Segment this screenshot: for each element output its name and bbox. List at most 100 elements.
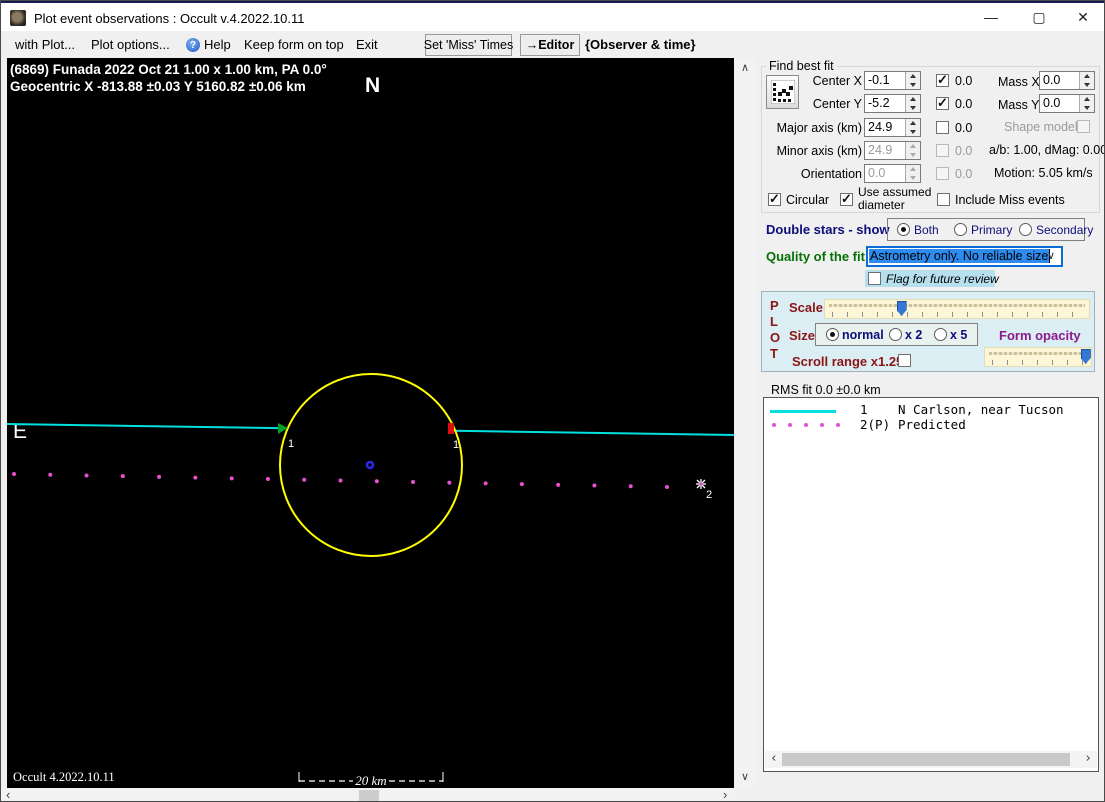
observation-num[interactable]: 1 <box>860 402 868 417</box>
scroll-down-icon[interactable]: ∨ <box>741 772 749 783</box>
mass-y-spin-buttons[interactable] <box>1079 95 1094 112</box>
circular-checkbox[interactable] <box>768 191 781 207</box>
double-stars-option-1[interactable]: Primary <box>971 223 1012 237</box>
scroll-right-icon[interactable]: › <box>723 788 727 801</box>
scrollbar-thumb[interactable] <box>782 753 1070 766</box>
size-option-1[interactable]: x 2 <box>905 328 922 342</box>
size-label: Size <box>789 328 816 343</box>
center-x-spinner[interactable]: -0.1 <box>864 71 921 90</box>
observation-num[interactable]: 2(P) <box>860 417 890 432</box>
close-button[interactable]: ✕ <box>1061 3 1104 31</box>
center-x-spin-buttons[interactable] <box>905 72 920 89</box>
scroll-right-icon[interactable]: › <box>1084 752 1092 765</box>
mass-x-value[interactable]: 0.0 <box>1040 72 1079 89</box>
center-x-value[interactable]: -0.1 <box>865 72 905 89</box>
help-icon[interactable]: ? <box>186 38 200 52</box>
double-stars-label: Double stars - show <box>766 222 890 237</box>
minor-axis-value: 24.9 <box>868 143 893 157</box>
quality-label: Quality of the fit <box>766 249 865 264</box>
double-stars-option-0[interactable]: Both <box>914 223 939 237</box>
double-stars-option-2[interactable]: Secondary <box>1036 223 1093 237</box>
scroll-range-checkbox[interactable] <box>898 354 911 367</box>
major-axis-spinner[interactable]: 24.9 <box>864 118 921 137</box>
center-y-label: Center Y <box>812 97 862 111</box>
double-stars-radio-2[interactable] <box>1019 223 1032 236</box>
fit-check-3[interactable] <box>936 144 949 157</box>
mass-y-spinner[interactable]: 0.0 <box>1039 94 1095 113</box>
occultation-plot: 1 1 2 20 km <box>7 373 734 788</box>
spin-up-icon <box>910 167 916 172</box>
app-window: Plot event observations : Occult v.4.202… <box>0 0 1105 802</box>
window-title: Plot event observations : Occult v.4.202… <box>34 11 305 26</box>
orientation-sigma: 0.0 <box>955 167 973 181</box>
menu-help[interactable]: Help <box>204 37 231 52</box>
menu-keep-on-top[interactable]: Keep form on top <box>244 37 344 52</box>
minor-axis-label: Minor axis (km) <box>776 144 862 158</box>
plot-vertical-scrollbar[interactable]: ∧ ∨ <box>735 58 756 788</box>
fit-check-4[interactable] <box>936 167 949 180</box>
double-stars-radio-1[interactable] <box>954 223 967 236</box>
minor-axis-spinner[interactable]: 24.9 <box>864 141 921 160</box>
quality-selected-value: Astrometry only. No reliable size <box>869 249 1051 263</box>
scroll-left-icon[interactable]: ‹ <box>770 752 778 765</box>
observation-name[interactable]: Predicted <box>898 417 966 432</box>
double-stars-radio-0[interactable] <box>897 223 910 236</box>
fit-check-1[interactable] <box>936 95 949 111</box>
form-opacity-slider[interactable] <box>984 347 1092 367</box>
orientation-spinner[interactable]: 0.0 <box>864 164 921 183</box>
observer-time-button[interactable]: {Observer & time} <box>585 37 696 52</box>
scroll-up-icon[interactable]: ∧ <box>741 63 749 74</box>
mass-x-spin-buttons[interactable] <box>1079 72 1094 89</box>
svg-text:1: 1 <box>288 438 294 450</box>
set-miss-times-button[interactable]: Set 'Miss' Times <box>424 34 513 56</box>
fit-check-0[interactable] <box>936 72 949 88</box>
chevron-down-icon[interactable]: ∨ <box>1047 249 1055 262</box>
control-panel: Find best fit Center X -0.1 0.0 Mass X 0… <box>758 58 1105 801</box>
quality-combobox[interactable]: Astrometry only. No reliable size ∨ <box>866 246 1063 267</box>
size-radio-0[interactable] <box>826 328 839 341</box>
editor-button[interactable]: →Editor <box>520 34 580 56</box>
credit-label: Occult 4.2022.10.11 <box>13 770 115 784</box>
scale-slider[interactable] <box>824 299 1090 319</box>
spin-up-icon <box>1084 97 1090 102</box>
fit-check-2[interactable] <box>936 121 949 134</box>
size-option-2[interactable]: x 5 <box>950 328 967 342</box>
include-miss-checkbox[interactable] <box>937 193 950 206</box>
flag-review-checkbox[interactable] <box>868 272 881 285</box>
major-axis-label: Major axis (km) <box>776 121 862 135</box>
size-option-0[interactable]: normal <box>842 328 884 342</box>
major-axis-spin-buttons[interactable] <box>905 119 920 136</box>
use-assumed-checkbox[interactable] <box>840 191 853 207</box>
observation-list[interactable]: 1 N Carlson, near Tucson 2(P) Predicted … <box>763 397 1099 772</box>
center-y-value[interactable]: -5.2 <box>865 95 905 112</box>
mass-x-label: Mass X <box>998 75 1040 89</box>
mass-x-spinner[interactable]: 0.0 <box>1039 71 1095 90</box>
observation-name[interactable]: N Carlson, near Tucson <box>898 402 1064 417</box>
center-y-spinner[interactable]: -5.2 <box>864 94 921 113</box>
ab-dmag-label: a/b: 1.00, dMag: 0.00 <box>989 143 1105 157</box>
plot-canvas[interactable]: (6869) Funada 2022 Oct 21 1.00 x 1.00 km… <box>7 58 734 788</box>
center-y-sigma: 0.0 <box>955 97 973 111</box>
scale-label: Scale <box>789 300 823 315</box>
menu-exit[interactable]: Exit <box>356 37 378 52</box>
size-radio-1[interactable] <box>889 328 902 341</box>
plot-horizontal-scrollbar[interactable]: ‹ › <box>1 788 735 801</box>
scroll-left-icon[interactable]: ‹ <box>6 788 10 801</box>
menu-with-plot[interactable]: with Plot... <box>15 37 75 52</box>
spin-up-icon <box>910 144 916 149</box>
minimize-button[interactable]: — <box>969 3 1013 31</box>
maximize-button[interactable]: ▢ <box>1017 3 1061 31</box>
major-axis-value[interactable]: 24.9 <box>865 119 905 136</box>
size-radio-2[interactable] <box>934 328 947 341</box>
slider-ticks <box>832 312 1082 317</box>
menu-plot-options[interactable]: Plot options... <box>91 37 170 52</box>
slider-groove <box>829 304 1085 307</box>
plot-letter-o: O <box>770 330 781 345</box>
scrollbar-thumb[interactable] <box>359 790 379 801</box>
plot-vertical-label: P L O T <box>770 298 780 362</box>
center-y-spin-buttons[interactable] <box>905 95 920 112</box>
menu-bar: with Plot... Plot options... ? Help Keep… <box>1 31 1104 58</box>
shape-model-checkbox[interactable] <box>1077 120 1090 133</box>
mass-y-value[interactable]: 0.0 <box>1040 95 1079 112</box>
list-horizontal-scrollbar[interactable]: ‹ › <box>765 751 1097 768</box>
